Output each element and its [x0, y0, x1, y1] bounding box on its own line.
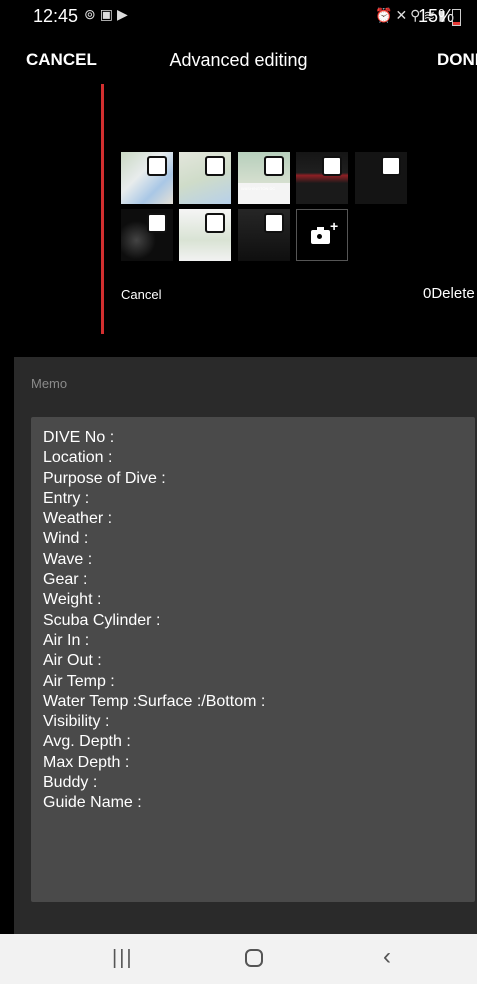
memo-text[interactable]: DIVE No : Location : Purpose of Dive : Entr…	[43, 428, 265, 814]
memo-line: Water Temp :Surface :/Bottom :	[43, 692, 266, 710]
gallery-icon: ▣	[99, 6, 117, 22]
thumbnail-checkbox[interactable]	[322, 156, 342, 176]
memo-line: Guide Name :	[43, 794, 142, 812]
selection-indicator-bar	[101, 84, 104, 334]
thumbnail-checkbox[interactable]	[264, 156, 284, 176]
battery-icon	[452, 9, 461, 26]
memo-line: Wave :	[43, 550, 93, 568]
notification-icons: ⊚▣▶	[84, 6, 132, 23]
page-title: Advanced editing	[169, 50, 308, 70]
memo-label: Memo	[31, 376, 68, 391]
youtube-icon: ▶	[116, 6, 132, 22]
memo-line: Air In :	[43, 631, 90, 649]
thumbnail-checkbox[interactable]	[205, 213, 225, 233]
memo-line: Avg. Depth :	[43, 733, 131, 751]
memo-line: Purpose of Dive :	[43, 469, 166, 487]
delete-button[interactable]: 0Delete	[423, 285, 475, 302]
memo-line: Location :	[43, 449, 113, 467]
thumbnail-checkbox[interactable]	[205, 156, 225, 176]
memo-line: Weather :	[43, 510, 113, 528]
memo-line: Gear :	[43, 571, 88, 589]
memo-line: Air Out :	[43, 652, 102, 670]
thumbnail-caption: WASHINGTON DC	[241, 186, 276, 191]
image-thumbnail-1[interactable]	[121, 152, 173, 204]
image-thumbnail-4[interactable]	[296, 152, 348, 204]
top-bar: CANCEL Advanced editing DONE	[0, 40, 477, 80]
memo-line: Visibility :	[43, 713, 110, 731]
battery-percent: 15%	[418, 6, 455, 26]
thumbnail-checkbox[interactable]	[147, 156, 167, 176]
back-icon[interactable]: ‹	[383, 943, 391, 971]
alarm-icon: ⊚	[84, 6, 100, 22]
memo-line: Wind :	[43, 530, 89, 548]
image-thumbnail-8[interactable]	[238, 209, 290, 261]
image-thumbnail-6[interactable]	[121, 209, 173, 261]
recent-apps-icon[interactable]: |||	[112, 947, 134, 970]
status-bar: 12:45 ⊚▣▶ ⏰✕⚲≋▮ 15%	[0, 0, 477, 36]
image-thumbnail-7[interactable]	[179, 209, 231, 261]
grid-cancel-button[interactable]: Cancel	[121, 287, 161, 302]
status-time: 12:45	[33, 6, 79, 26]
plus-icon: +	[330, 218, 339, 234]
image-thumbnail-5[interactable]	[355, 152, 407, 204]
camera-plus-icon	[311, 227, 330, 244]
thumbnail-checkbox[interactable]	[264, 213, 284, 233]
memo-line: DIVE No :	[43, 429, 115, 446]
home-icon[interactable]	[245, 949, 263, 967]
memo-line: Weight :	[43, 591, 102, 609]
image-thumbnail-2[interactable]	[179, 152, 231, 204]
thumbnail-checkbox[interactable]	[147, 213, 167, 233]
alarm-icon: ⏰	[375, 7, 396, 23]
add-photo-button[interactable]: +	[296, 209, 348, 261]
navigation-bar: ||| ‹	[0, 934, 477, 984]
memo-line: Scuba Cylinder :	[43, 611, 161, 629]
memo-line: Air Temp :	[43, 672, 115, 690]
thumbnail-checkbox[interactable]	[381, 156, 401, 176]
image-thumbnail-3[interactable]: WASHINGTON DC	[238, 152, 290, 204]
memo-line: Max Depth :	[43, 753, 130, 771]
memo-line: Buddy :	[43, 774, 98, 792]
memo-line: Entry :	[43, 489, 90, 507]
mute-icon: ✕	[395, 7, 411, 23]
done-button[interactable]: DONE	[437, 50, 477, 70]
